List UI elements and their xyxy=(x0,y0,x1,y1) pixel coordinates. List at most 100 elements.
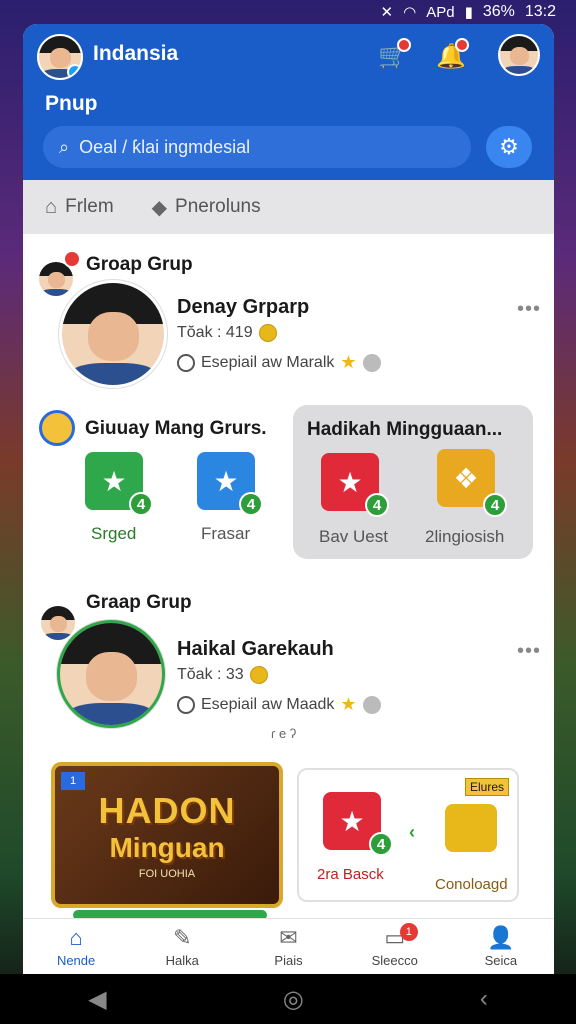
more-options-icon[interactable]: ••• xyxy=(517,298,541,321)
status-bar: ✕ ◠ APd ▮ 36% 13:2 xyxy=(0,0,576,24)
promo-tag: Elures xyxy=(464,778,509,796)
small-caption: ɾ e ʔ xyxy=(271,726,297,741)
weekly-reward-title: Hadikah Mingguaan... xyxy=(307,419,503,440)
page-subtitle: Pnup xyxy=(45,92,98,115)
cart-badge xyxy=(397,38,411,52)
profile-avatar[interactable] xyxy=(37,34,83,80)
nav-home-label: Nende xyxy=(56,953,96,968)
promo-ribbon: 1 xyxy=(61,772,85,790)
promo-label2: Conoloagd xyxy=(435,876,508,893)
home-button-icon[interactable]: ◎ xyxy=(283,985,304,1014)
points-text: Tŏak : 419 xyxy=(177,324,253,341)
weekly-reward-card[interactable]: Hadikah Mingguaan... ★ 4 Bav Uest ❖ 4 2l… xyxy=(293,405,533,559)
nav-mail-label: Piais xyxy=(274,953,303,968)
gold-bar-icon xyxy=(445,804,497,852)
shield-icon xyxy=(39,410,75,446)
tab-bar: ⌂ Frlem ◆ Pneroluns xyxy=(23,180,554,234)
rank-icon xyxy=(362,695,381,714)
points2-text: Tŏak : 33 xyxy=(177,666,244,683)
status2-text: Esepiail aw Maadk xyxy=(201,695,335,713)
notification-badge xyxy=(455,38,469,52)
tab-promotions-label: Pneroluns xyxy=(175,196,261,217)
search-input[interactable]: ⌕ Oeal / ƙlai ingmdesial xyxy=(43,126,471,168)
tag-icon: ◆ xyxy=(151,196,168,219)
promo-gift-plus: 4 xyxy=(369,832,393,856)
member-name[interactable]: Denay Grparp xyxy=(177,296,309,319)
app-header: Indansia Pnup 🛒 🔔 ⌕ Oeal / ƙlai ingmdesi… xyxy=(23,24,554,180)
home-icon: ⌂ xyxy=(45,195,58,218)
member-status: Esepiail aw Maralk ★ xyxy=(177,352,381,373)
promo-label1: 2ra Basck xyxy=(317,866,384,883)
tab-home-label: Frlem xyxy=(65,196,114,217)
arrow-icon: ‹ xyxy=(409,822,415,842)
gold-gift-label: 2lingiosish xyxy=(425,527,505,546)
nav-sofa[interactable]: ▭ 1 Sleecco xyxy=(342,919,448,974)
notification-button[interactable]: 🔔 xyxy=(431,36,471,76)
red-gift-label: Bav Uest xyxy=(319,527,388,546)
rank-icon xyxy=(362,353,381,372)
recents-icon[interactable]: ‹ xyxy=(480,985,488,1013)
green-box-label[interactable]: Srged xyxy=(91,524,136,544)
reward-promo-card[interactable]: Elures ★ 4 ‹ 2ra Basck Conoloagd xyxy=(297,768,519,902)
search-placeholder: Oeal / ƙlai ingmdesial xyxy=(79,136,251,157)
mail-icon: ✉ xyxy=(279,925,298,950)
app-window: Indansia Pnup 🛒 🔔 ⌕ Oeal / ƙlai ingmdesi… xyxy=(23,24,554,974)
clock-icon xyxy=(177,695,195,714)
group-title: Groap Grup xyxy=(86,254,193,275)
promo-line1: HADON xyxy=(98,790,236,831)
network-label: APd xyxy=(426,3,455,21)
gold-gift-plus: 4 xyxy=(483,493,507,517)
red-gift-plus: 4 xyxy=(365,493,389,517)
coin-icon xyxy=(249,666,268,684)
more-options-icon[interactable]: ••• xyxy=(517,640,541,663)
mute-icon: ✕ xyxy=(380,4,394,21)
battery-label: 36% xyxy=(482,3,515,20)
nav-mail[interactable]: ✉ Piais xyxy=(235,919,341,974)
wifi-icon: ◠ xyxy=(403,4,417,21)
back-icon[interactable]: ◀ xyxy=(88,985,106,1014)
group-badge xyxy=(63,250,81,268)
group2-title: Graap Grup xyxy=(86,592,192,613)
nav-badge: 1 xyxy=(399,923,418,941)
settings-button[interactable]: ⚙ xyxy=(486,126,532,168)
blue-box-label[interactable]: Frasar xyxy=(201,524,250,544)
promo-line2: Minguan xyxy=(109,832,225,863)
tab-promotions[interactable]: ◆ Pneroluns xyxy=(152,195,261,220)
coin-icon xyxy=(258,324,277,342)
member2-status: Esepiail aw Maadk ★ xyxy=(177,694,381,715)
green-box-plus: 4 xyxy=(129,492,153,516)
status-text: Esepiail aw Maralk xyxy=(201,353,335,371)
pencil-icon: ✎ xyxy=(173,925,192,950)
member-avatar[interactable] xyxy=(59,280,167,388)
nav-sofa-label: Sleecco xyxy=(371,953,418,968)
member2-avatar[interactable] xyxy=(57,620,165,728)
system-nav-bar: ◀ ◎ ‹ xyxy=(0,974,576,1024)
search-icon: ⌕ xyxy=(59,136,70,157)
gear-icon: ⚙ xyxy=(499,134,519,159)
member-points: Tŏak : 419 xyxy=(177,324,277,342)
verified-icon xyxy=(67,64,81,78)
nav-home[interactable]: ⌂ Nende xyxy=(23,919,129,974)
star-icon: ★ xyxy=(340,352,357,372)
person-icon: 👤 xyxy=(487,925,515,950)
nav-profile-label: Seica xyxy=(484,953,518,968)
tab-home[interactable]: ⌂ Frlem xyxy=(45,196,114,219)
clock-icon xyxy=(177,353,195,372)
rewards-title: Giuuay Mang Grurs. xyxy=(85,418,267,439)
bottom-nav: ⌂ Nende ✎ Halka ✉ Piais ▭ 1 Sleecco 👤 Se… xyxy=(23,918,554,974)
nav-pencil-label: Halka xyxy=(165,953,199,968)
home-icon: ⌂ xyxy=(69,925,83,950)
member2-points: Tŏak : 33 xyxy=(177,666,268,684)
nav-profile[interactable]: 👤 Seica xyxy=(448,919,554,974)
blue-box-plus: 4 xyxy=(239,492,263,516)
promo-line3: FOI UOHIA xyxy=(138,868,196,880)
member2-name[interactable]: Haikal Garekauh xyxy=(177,638,334,661)
cart-button[interactable]: 🛒 xyxy=(373,36,413,76)
app-title: Indansia xyxy=(93,42,179,65)
signal-icon: ▮ xyxy=(464,4,473,21)
clock-label: 13:2 xyxy=(524,3,556,20)
star-icon: ★ xyxy=(340,694,357,714)
user-avatar[interactable] xyxy=(498,34,540,76)
nav-pencil[interactable]: ✎ Halka xyxy=(129,919,235,974)
weekly-promo-banner[interactable]: 1 HADON Minguan FOI UOHIA xyxy=(51,762,283,908)
